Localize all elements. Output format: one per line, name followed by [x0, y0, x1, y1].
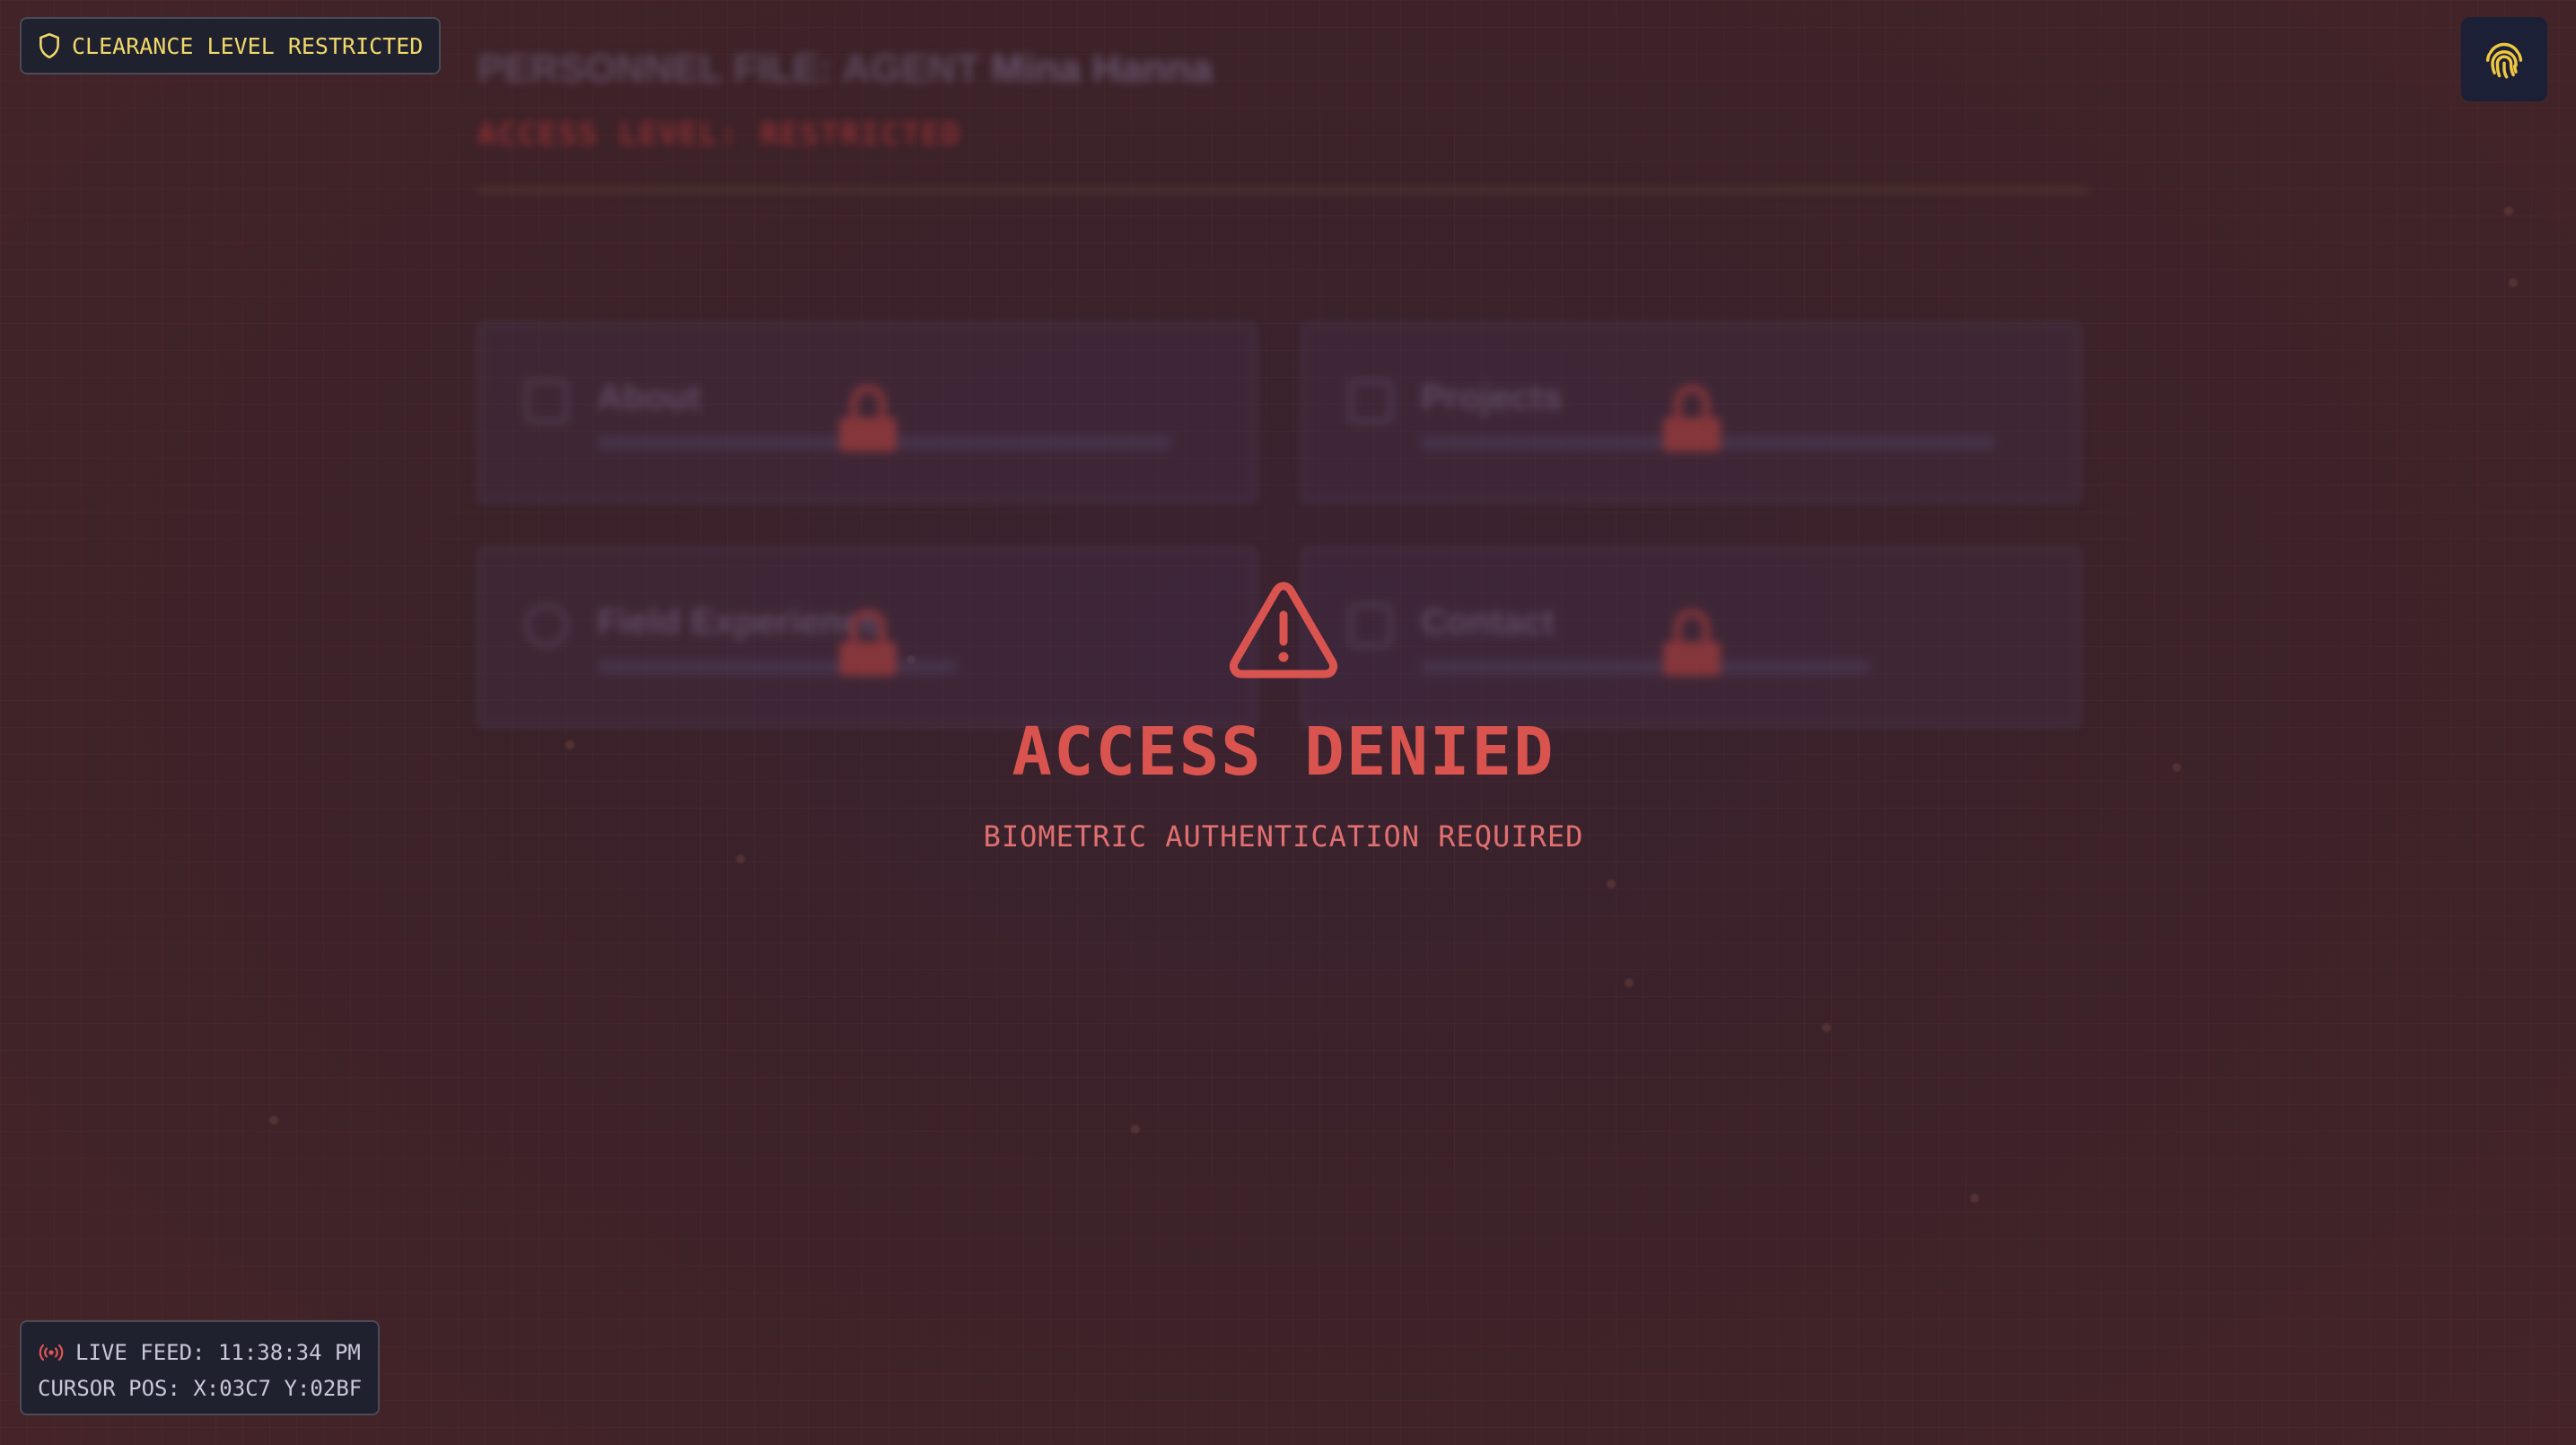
- fingerprint-icon: [2485, 42, 2523, 79]
- mail-icon: [1349, 604, 1392, 647]
- particle: [736, 854, 745, 863]
- card-about: About: [478, 323, 1257, 503]
- particle: [1625, 978, 1634, 987]
- particle: [2509, 278, 2518, 287]
- particle: [269, 1116, 278, 1125]
- card-projects: Projects: [1301, 323, 2081, 503]
- clearance-label: CLEARANCE LEVEL RESTRICTED: [72, 32, 424, 59]
- broadcast-icon: [39, 1344, 64, 1362]
- warning-triangle-icon: [1229, 582, 1338, 679]
- document-divider: [478, 188, 2089, 192]
- live-feed-time: LIVE FEED: 11:38:34 PM: [75, 1340, 361, 1365]
- document-title-prefix: PERSONNEL FILE: AGENT: [478, 47, 992, 91]
- cursor-position: CURSOR POS: X:03C7 Y:02BF: [38, 1376, 363, 1401]
- card-description: [1421, 660, 1870, 674]
- card-title: Contact: [1421, 602, 1555, 642]
- access-denied-title: ACCESS DENIED: [1012, 714, 1555, 791]
- lock-icon: [839, 609, 897, 676]
- lock-icon: [1663, 385, 1721, 451]
- live-feed-panel: LIVE FEED: 11:38:34 PM CURSOR POS: X:03C…: [20, 1320, 380, 1415]
- card-title: About: [597, 378, 701, 417]
- particle: [1607, 880, 1616, 889]
- access-level-label: ACCESS LEVEL: RESTRICTED: [478, 117, 962, 153]
- document-title: PERSONNEL FILE: AGENT Mina Hanna: [478, 47, 2089, 101]
- particle: [2504, 206, 2513, 215]
- card-contact: Contact: [1301, 547, 2081, 727]
- lock-icon: [1663, 609, 1721, 676]
- clearance-badge: CLEARANCE LEVEL RESTRICTED: [20, 17, 442, 74]
- biometric-required-message: BIOMETRIC AUTHENTICATION REQUIRED: [983, 819, 1584, 854]
- agent-name: Mina Hanna: [991, 47, 1213, 91]
- particle: [1822, 1023, 1831, 1032]
- shield-icon: [39, 32, 59, 59]
- lock-icon: [839, 385, 897, 451]
- card-title: Projects: [1421, 378, 1563, 417]
- particle: [1131, 1125, 1140, 1134]
- particle: [1970, 1194, 1979, 1203]
- live-feed-row: LIVE FEED: 11:38:34 PM: [38, 1335, 378, 1371]
- user-icon: [525, 380, 568, 423]
- code-icon: [1349, 380, 1392, 423]
- fingerprint-auth-button[interactable]: [2461, 17, 2547, 101]
- card-field-experience: Field Experience: [478, 547, 1257, 727]
- globe-icon: [525, 604, 568, 647]
- restricted-document: PERSONNEL FILE: AGENT Mina Hanna ACCESS …: [478, 47, 2089, 727]
- card-description: [597, 660, 956, 674]
